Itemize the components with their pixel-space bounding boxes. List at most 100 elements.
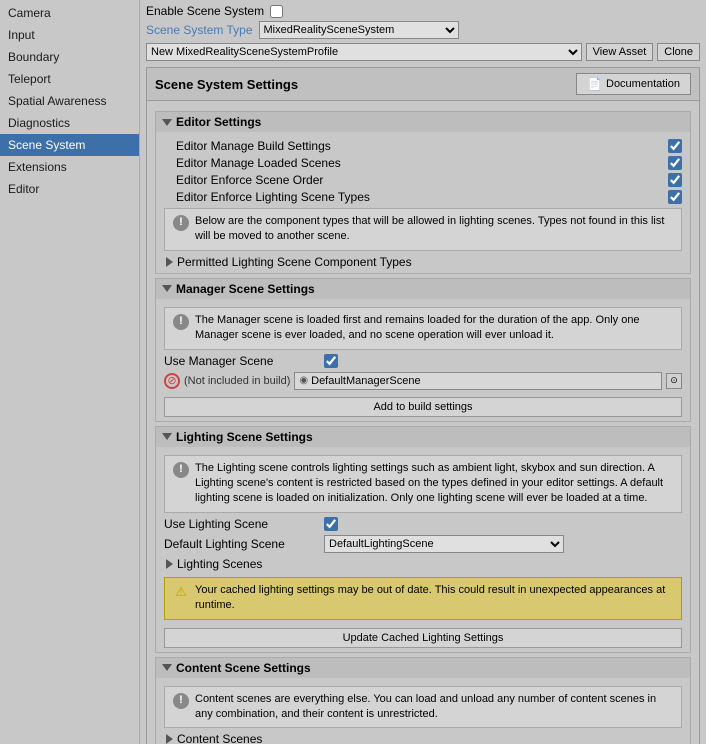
editor-settings-section: Editor Settings Editor Manage Build Sett… (155, 111, 691, 274)
default-lighting-scene-select[interactable]: DefaultLightingScene (324, 535, 564, 553)
use-manager-scene-row: Use Manager Scene (164, 354, 682, 368)
sidebar-item-scene-system[interactable]: Scene System (0, 134, 139, 156)
manager-scene-field[interactable]: ◉ DefaultManagerScene (294, 372, 662, 390)
sidebar-item-extensions[interactable]: Extensions (0, 156, 139, 178)
default-lighting-scene-row: Default Lighting Scene DefaultLightingSc… (164, 535, 682, 553)
sidebar-item-camera[interactable]: Camera (0, 2, 139, 24)
editor-manage-build-label: Editor Manage Build Settings (176, 139, 668, 153)
sidebar-item-teleport[interactable]: Teleport (0, 68, 139, 90)
manager-scene-value: DefaultManagerScene (311, 375, 420, 387)
lighting-info-box: ! The Lighting scene controls lighting s… (164, 455, 682, 513)
content-scene-settings-title: Content Scene Settings (176, 661, 311, 675)
manager-collapse-icon (162, 285, 172, 292)
not-in-build-row: ⊘ (Not included in build) ◉ DefaultManag… (164, 372, 682, 390)
sidebar-item-diagnostics[interactable]: Diagnostics (0, 112, 139, 134)
content-collapse-icon (162, 664, 172, 671)
manager-scene-content: ! The Manager scene is loaded first and … (156, 299, 690, 421)
enable-scene-system-checkbox[interactable] (270, 5, 283, 18)
editor-settings-content: Editor Manage Build Settings Editor Mana… (156, 132, 690, 273)
scene-system-type-label: Scene System Type (146, 23, 253, 37)
use-lighting-scene-checkbox[interactable] (324, 517, 338, 531)
sidebar-item-input[interactable]: Input (0, 24, 139, 46)
manager-info-box: ! The Manager scene is loaded first and … (164, 307, 682, 350)
editor-manage-build-checkbox[interactable] (668, 139, 682, 153)
editor-settings-header[interactable]: Editor Settings (156, 112, 690, 132)
enable-scene-system-row: Enable Scene System (146, 4, 700, 18)
lighting-scene-settings-section: Lighting Scene Settings ! The Lighting s… (155, 426, 691, 653)
clone-button[interactable]: Clone (657, 43, 700, 61)
lighting-info-icon: ! (173, 462, 189, 478)
editor-enforce-lighting-row: Editor Enforce Lighting Scene Types (164, 190, 682, 204)
editor-enforce-lighting-label: Editor Enforce Lighting Scene Types (176, 190, 668, 204)
lighting-scene-settings-header[interactable]: Lighting Scene Settings (156, 427, 690, 447)
editor-enforce-order-label: Editor Enforce Scene Order (176, 173, 668, 187)
not-in-build-label: (Not included in build) (184, 375, 290, 387)
documentation-button[interactable]: 📄 Documentation (576, 73, 691, 95)
lighting-info-text: The Lighting scene controls lighting set… (195, 461, 673, 507)
editor-settings-info-box: ! Below are the component types that wil… (164, 208, 682, 251)
warning-text: Your cached lighting settings may be out… (195, 583, 673, 614)
scene-file-icon: ◉ (299, 375, 308, 386)
use-manager-scene-label: Use Manager Scene (164, 354, 324, 368)
use-manager-scene-checkbox[interactable] (324, 354, 338, 368)
manager-scene-pick-button[interactable]: ⊙ (666, 373, 682, 389)
sidebar: Camera Input Boundary Teleport Spatial A… (0, 0, 140, 744)
manager-scene-settings-title: Manager Scene Settings (176, 282, 315, 296)
content-scene-settings-section: Content Scene Settings ! Content scenes … (155, 657, 691, 744)
editor-manage-loaded-checkbox[interactable] (668, 156, 682, 170)
editor-enforce-order-row: Editor Enforce Scene Order (164, 173, 682, 187)
content-scene-content: ! Content scenes are everything else. Yo… (156, 678, 690, 744)
warning-box: ⚠ Your cached lighting settings may be o… (164, 577, 682, 620)
scene-system-settings-title: Scene System Settings (155, 77, 298, 92)
lighting-collapse-icon (162, 433, 172, 440)
content-info-text: Content scenes are everything else. You … (195, 692, 673, 723)
manager-info-icon: ! (173, 314, 189, 330)
editor-settings-info-text: Below are the component types that will … (195, 214, 673, 245)
lighting-scene-content: ! The Lighting scene controls lighting s… (156, 447, 690, 652)
scene-system-settings-panel: Scene System Settings 📄 Documentation Ed… (146, 67, 700, 744)
editor-enforce-order-checkbox[interactable] (668, 173, 682, 187)
profile-select[interactable]: New MixedRealitySceneSystemProfile (146, 43, 582, 61)
view-asset-button[interactable]: View Asset (586, 43, 654, 61)
editor-manage-loaded-label: Editor Manage Loaded Scenes (176, 156, 668, 170)
editor-manage-build-row: Editor Manage Build Settings (164, 139, 682, 153)
scene-system-settings-header: Scene System Settings 📄 Documentation (147, 68, 699, 101)
lighting-scenes-label: Lighting Scenes (177, 557, 262, 571)
add-to-build-button[interactable]: Add to build settings (164, 397, 682, 417)
content-scenes-collapse-icon (166, 734, 173, 744)
info-icon: ! (173, 215, 189, 231)
editor-manage-loaded-row: Editor Manage Loaded Scenes (164, 156, 682, 170)
manager-scene-settings-section: Manager Scene Settings ! The Manager sce… (155, 278, 691, 422)
content-scene-settings-header[interactable]: Content Scene Settings (156, 658, 690, 678)
use-lighting-scene-row: Use Lighting Scene (164, 517, 682, 531)
editor-enforce-lighting-checkbox[interactable] (668, 190, 682, 204)
scene-system-type-row: Scene System Type MixedRealitySceneSyste… (146, 21, 700, 39)
permitted-lighting-label: Permitted Lighting Scene Component Types (177, 255, 412, 269)
lighting-scenes-collapse-icon (166, 559, 173, 569)
content-info-icon: ! (173, 693, 189, 709)
collapse-triangle-icon (162, 119, 172, 126)
update-cached-button[interactable]: Update Cached Lighting Settings (164, 628, 682, 648)
profile-row: New MixedRealitySceneSystemProfile View … (146, 43, 700, 61)
content-info-box: ! Content scenes are everything else. Yo… (164, 686, 682, 729)
main-content: Enable Scene System Scene System Type Mi… (140, 0, 706, 744)
scene-system-type-select[interactable]: MixedRealitySceneSystem (259, 21, 459, 39)
editor-settings-title: Editor Settings (176, 115, 261, 129)
content-scenes-label: Content Scenes (177, 732, 262, 744)
sidebar-item-boundary[interactable]: Boundary (0, 46, 139, 68)
lighting-scenes-row[interactable]: Lighting Scenes (164, 557, 682, 571)
use-lighting-scene-label: Use Lighting Scene (164, 517, 324, 531)
permitted-collapse-icon (166, 257, 173, 267)
sidebar-item-spatial-awareness[interactable]: Spatial Awareness (0, 90, 139, 112)
lighting-scene-settings-title: Lighting Scene Settings (176, 430, 313, 444)
manager-scene-settings-header[interactable]: Manager Scene Settings (156, 279, 690, 299)
permitted-lighting-row[interactable]: Permitted Lighting Scene Component Types (164, 255, 682, 269)
enable-scene-system-label: Enable Scene System (146, 4, 264, 18)
sidebar-item-editor[interactable]: Editor (0, 178, 139, 200)
manager-info-text: The Manager scene is loaded first and re… (195, 313, 673, 344)
warning-icon: ⚠ (173, 584, 189, 600)
default-lighting-scene-label: Default Lighting Scene (164, 537, 324, 551)
panel-content: Editor Settings Editor Manage Build Sett… (147, 101, 699, 744)
not-in-build-icon: ⊘ (164, 373, 180, 389)
content-scenes-row[interactable]: Content Scenes (164, 732, 682, 744)
